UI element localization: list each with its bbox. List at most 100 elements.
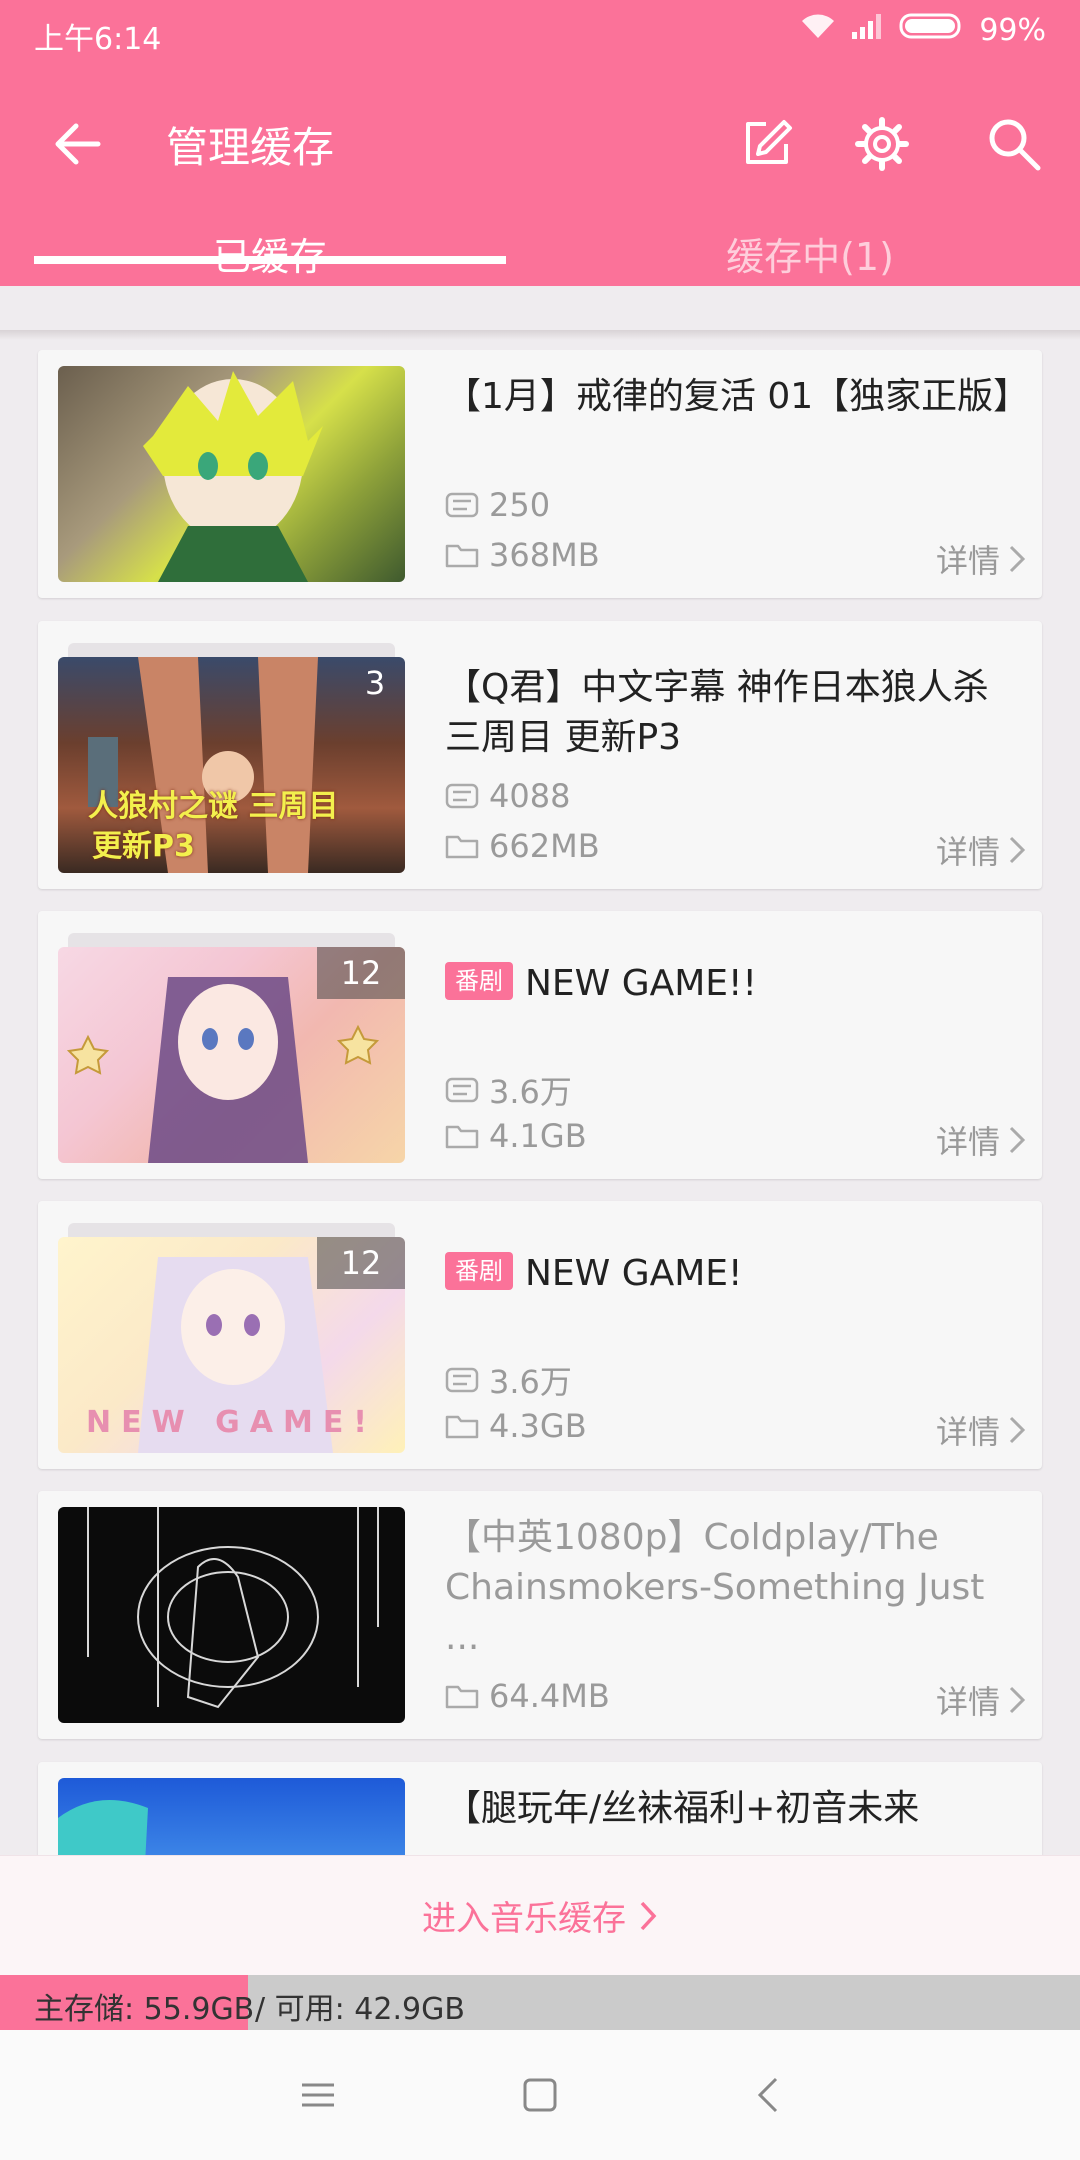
stack-indicator	[68, 1223, 395, 1237]
danmaku-count: 250	[445, 486, 550, 524]
app-bar: 管理缓存 已缓存 缓存中(1)	[0, 66, 1080, 286]
status-bar: 上午6:14 99%	[0, 0, 1080, 66]
chevron-right-icon	[1009, 545, 1026, 573]
chevron-right-icon	[1009, 1126, 1026, 1154]
storage-main: 主存储: 55.9GB	[34, 1992, 255, 2027]
arrow-left-icon	[55, 123, 101, 165]
chevron-left-icon	[757, 2077, 778, 2113]
detail-label: 详情	[935, 1123, 1000, 1161]
size-value: 64.4MB	[489, 1677, 610, 1715]
file-size: 662MB	[445, 827, 600, 865]
video-thumbnail: 12	[58, 947, 405, 1163]
storage-available: / 可用: 42.9GB	[255, 1992, 465, 2027]
tab-downloading[interactable]: 缓存中(1)	[540, 226, 1080, 281]
tab-indicator	[34, 256, 506, 264]
video-thumbnail	[58, 1507, 405, 1723]
video-title-text: NEW GAME!!	[525, 963, 757, 1004]
video-title: 番剧 NEW GAME!!	[445, 959, 1015, 1009]
thumb-caption: 更新P3	[92, 829, 195, 864]
video-title: 【腿玩年/丝袜福利+初音未来	[445, 1788, 920, 1829]
list-item[interactable]: 【1月】戒律的复活 01【独家正版】 250 368MB 详情	[38, 350, 1042, 598]
danmaku-count: 3.6万	[445, 1067, 572, 1113]
list-item[interactable]: 【腿玩年/丝袜福利+初音未来	[38, 1762, 1042, 1855]
menu-icon	[302, 2083, 334, 2107]
storage-bar: 主存储: 55.9GB / 可用: 42.9GB	[0, 1975, 1080, 2030]
size-value: 368MB	[489, 536, 600, 574]
list-item[interactable]: 12 番剧 NEW GAME!! 3.6万 4.1GB 详情	[38, 911, 1042, 1179]
chevron-right-icon	[1009, 1416, 1026, 1444]
music-cache-button[interactable]: 进入音乐缓存	[0, 1855, 1080, 1975]
size-value: 662MB	[489, 827, 600, 865]
thumb-caption: NEW GAME!	[85, 1405, 377, 1440]
edit-button[interactable]	[736, 114, 796, 174]
danmaku-value: 250	[489, 486, 551, 524]
video-title: 【Q君】中文字幕 神作日本狼人杀三周目 更新P3	[445, 667, 989, 758]
folder-icon	[445, 1685, 479, 1709]
danmaku-value: 3.6万	[489, 1073, 572, 1111]
home-nav-button[interactable]	[510, 2065, 570, 2125]
search-button[interactable]	[984, 114, 1044, 174]
folder-icon	[445, 835, 479, 859]
danmaku-value: 4088	[489, 777, 571, 815]
system-nav-bar	[0, 2030, 1080, 2160]
gear-icon	[855, 117, 909, 171]
battery-icon	[899, 12, 965, 48]
episode-count: 3	[364, 664, 386, 702]
music-cache-label: 进入音乐缓存	[422, 1899, 626, 1939]
bangumi-badge: 番剧	[445, 1252, 513, 1290]
danmaku-icon	[445, 1077, 479, 1103]
stack-indicator	[68, 643, 395, 657]
app-bar-shadow	[0, 330, 1080, 340]
video-thumbnail	[58, 1778, 405, 1855]
list-item[interactable]: NEW GAME! 12 番剧 NEW GAME! 3.6万 4.3GB 详情	[38, 1201, 1042, 1469]
detail-link[interactable]: 详情	[936, 1117, 1026, 1163]
chevron-right-icon	[1009, 836, 1026, 864]
search-icon	[989, 119, 1041, 171]
detail-link[interactable]: 详情	[936, 536, 1026, 582]
detail-link[interactable]: 详情	[936, 1407, 1026, 1453]
chevron-right-icon	[1009, 1686, 1026, 1714]
home-icon	[523, 2078, 557, 2112]
video-title: 【1月】戒律的复活 01【独家正版】	[445, 376, 1030, 417]
video-title-text: NEW GAME!	[525, 1253, 743, 1294]
danmaku-icon	[445, 492, 479, 518]
detail-label: 详情	[935, 542, 1000, 580]
detail-label: 详情	[935, 1413, 1000, 1451]
danmaku-count: 4088	[445, 777, 570, 815]
danmaku-value: 3.6万	[489, 1363, 572, 1401]
danmaku-icon	[445, 1367, 479, 1393]
detail-label: 详情	[935, 833, 1000, 871]
detail-link[interactable]: 详情	[936, 827, 1026, 873]
battery-percent: 99%	[979, 12, 1046, 48]
video-thumbnail: NEW GAME! 12	[58, 1237, 405, 1453]
settings-button[interactable]	[852, 114, 912, 174]
wifi-icon	[799, 12, 837, 48]
size-value: 4.1GB	[489, 1117, 587, 1155]
bangumi-badge: 番剧	[445, 962, 513, 1000]
folder-icon	[445, 544, 479, 568]
list-item[interactable]: 人狼村之谜 三周目 更新P3 3 【Q君】中文字幕 神作日本狼人杀三周目 更新P…	[38, 621, 1042, 889]
detail-link[interactable]: 详情	[936, 1677, 1026, 1723]
page-title: 管理缓存	[166, 123, 335, 172]
file-size: 4.1GB	[445, 1117, 587, 1155]
status-time: 上午6:14	[34, 22, 162, 57]
episode-count: 12	[317, 947, 405, 999]
tab-downloaded[interactable]: 已缓存	[0, 226, 540, 281]
back-button[interactable]	[50, 116, 106, 172]
menu-nav-button[interactable]	[288, 2065, 348, 2125]
list-item[interactable]: 【中英1080p】Coldplay/The Chainsmokers-Somet…	[38, 1491, 1042, 1739]
file-size: 4.3GB	[445, 1407, 587, 1445]
signal-icon	[851, 12, 885, 48]
file-size: 64.4MB	[445, 1677, 610, 1715]
detail-label: 详情	[935, 1683, 1000, 1721]
video-thumbnail	[58, 366, 405, 582]
edit-icon	[746, 120, 792, 164]
chevron-right-icon	[640, 1901, 657, 1930]
folder-icon	[445, 1415, 479, 1439]
download-list: 【1月】戒律的复活 01【独家正版】 250 368MB 详情 人狼村之谜 三周…	[0, 350, 1080, 1855]
video-title: 【中英1080p】Coldplay/The Chainsmokers-Somet…	[445, 1517, 985, 1658]
file-size: 368MB	[445, 536, 600, 574]
back-nav-button[interactable]	[740, 2065, 800, 2125]
episode-count: 12	[317, 1237, 405, 1289]
video-title: 番剧 NEW GAME!	[445, 1249, 1015, 1299]
